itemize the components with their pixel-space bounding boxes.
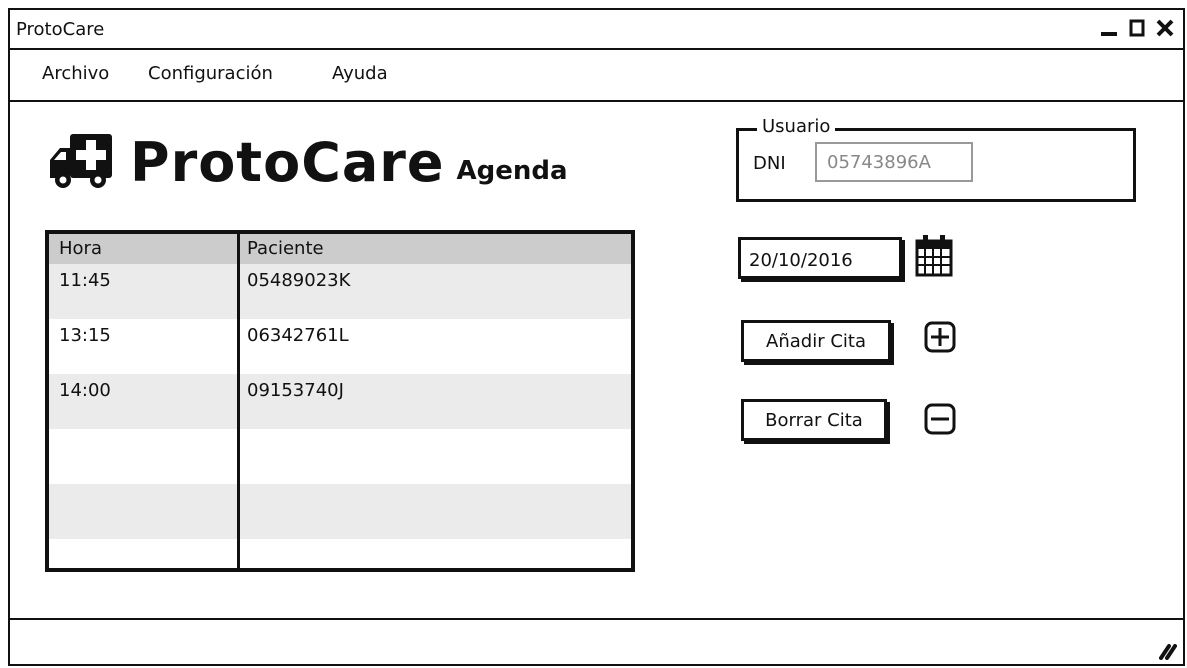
table-row[interactable]: 11:45 05489023K (49, 264, 631, 319)
cell-hora: 11:45 (59, 270, 111, 291)
calendar-icon[interactable] (913, 233, 955, 279)
dni-label: DNI (753, 153, 786, 174)
table-row[interactable]: 14:00 09153740J (49, 374, 631, 429)
app-name: ProtoCare (130, 131, 445, 194)
column-header-hora: Hora (59, 238, 102, 259)
cell-paciente: 06342761L (247, 325, 349, 346)
table-row[interactable] (49, 484, 631, 539)
menu-configuracion[interactable]: Configuración (148, 63, 273, 84)
app-header: ProtoCare Agenda (46, 130, 568, 192)
app-subtitle: Agenda (456, 156, 568, 186)
title-bar: ProtoCare (10, 10, 1183, 50)
cell-hora: 14:00 (59, 380, 111, 401)
window-title: ProtoCare (16, 19, 105, 40)
user-legend: Usuario (757, 116, 836, 137)
plus-icon[interactable] (924, 321, 956, 353)
column-divider (237, 234, 240, 568)
menu-archivo[interactable]: Archivo (42, 63, 109, 84)
menu-bar: Archivo Configuración Ayuda (10, 50, 1183, 102)
maximize-icon (1129, 19, 1145, 37)
table-row[interactable] (49, 429, 631, 484)
delete-appointment-button[interactable]: Borrar Cita (741, 399, 887, 441)
user-fieldset: Usuario DNI 05743896A (736, 116, 1136, 202)
window-controls (1097, 14, 1177, 42)
menu-ayuda[interactable]: Ayuda (332, 63, 388, 84)
add-appointment-button[interactable]: Añadir Cita (741, 320, 891, 362)
minimize-icon (1101, 32, 1117, 36)
cell-hora: 13:15 (59, 325, 111, 346)
cell-paciente: 05489023K (247, 270, 351, 291)
appointments-table[interactable]: Hora Paciente 11:45 05489023K 13:15 0634… (45, 230, 635, 572)
minus-icon[interactable] (924, 403, 956, 435)
cell-paciente: 09153740J (247, 380, 344, 401)
table-header: Hora Paciente (49, 234, 631, 264)
maximize-button[interactable] (1125, 14, 1149, 42)
status-bar (10, 618, 1183, 664)
table-row[interactable] (49, 539, 631, 568)
close-icon (1156, 19, 1174, 37)
date-input[interactable]: 20/10/2016 (738, 237, 902, 279)
resize-grip-icon[interactable] (1155, 638, 1177, 660)
column-header-paciente: Paciente (247, 238, 324, 259)
close-button[interactable] (1153, 14, 1177, 42)
dni-input[interactable]: 05743896A (815, 142, 973, 182)
ambulance-icon (50, 134, 112, 188)
minimize-button[interactable] (1097, 14, 1121, 42)
table-row[interactable]: 13:15 06342761L (49, 319, 631, 374)
